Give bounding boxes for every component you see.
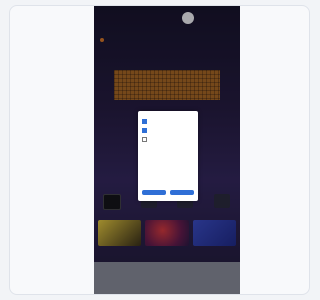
checkbox[interactable] bbox=[142, 128, 147, 133]
preview-card bbox=[9, 5, 310, 295]
checkbox[interactable] bbox=[142, 137, 147, 142]
consent-dialog bbox=[138, 111, 198, 201]
consent-option[interactable] bbox=[142, 128, 194, 133]
mobile-page-screenshot bbox=[94, 6, 240, 294]
accept-button[interactable] bbox=[170, 190, 194, 195]
checkbox[interactable] bbox=[142, 119, 147, 124]
dialog-actions bbox=[142, 190, 194, 195]
consent-option[interactable] bbox=[142, 119, 194, 124]
reject-button[interactable] bbox=[142, 190, 166, 195]
consent-option[interactable] bbox=[142, 137, 194, 142]
